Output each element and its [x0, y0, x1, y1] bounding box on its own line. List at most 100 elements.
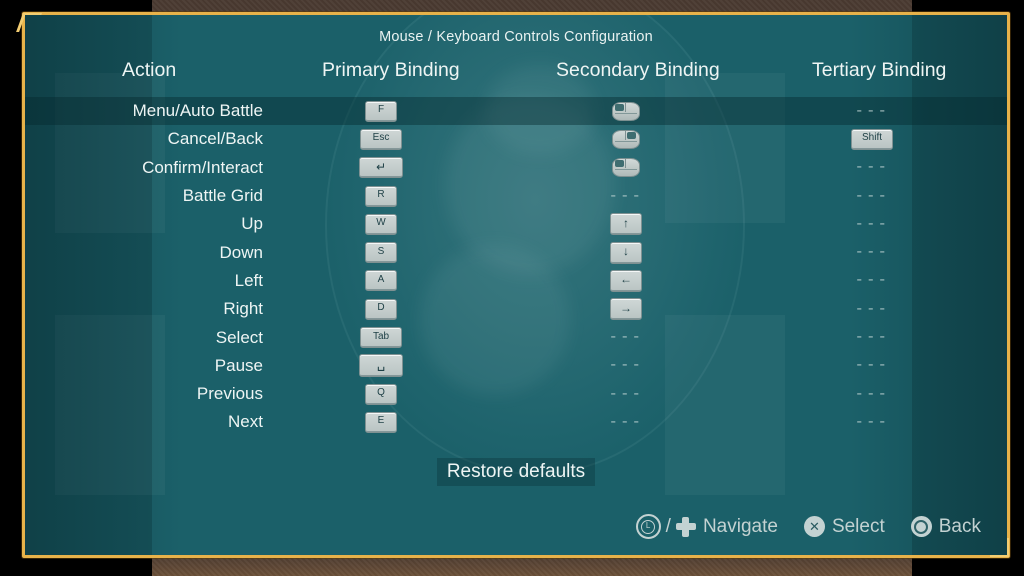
- secondary-binding-empty: ---: [608, 385, 644, 403]
- mouse-left-button-icon[interactable]: [612, 158, 640, 178]
- mouse-seam: [615, 169, 637, 171]
- binding-row[interactable]: Previous Q --- ---: [25, 380, 1007, 408]
- keycap-[interactable]: ↓: [610, 241, 642, 264]
- keycap-[interactable]: →: [610, 298, 642, 321]
- secondary-binding-cell[interactable]: ---: [596, 380, 656, 408]
- restore-defaults-button[interactable]: Restore defaults: [25, 458, 1007, 486]
- binding-row[interactable]: Right D → ---: [25, 295, 1007, 323]
- binding-row[interactable]: Next E --- ---: [25, 408, 1007, 436]
- hint-label: Back: [938, 515, 981, 537]
- restore-defaults-label: Restore defaults: [436, 458, 596, 486]
- binding-row[interactable]: Cancel/Back Esc Shift: [25, 125, 1007, 153]
- tertiary-binding-cell[interactable]: ---: [842, 352, 902, 380]
- keycap-q[interactable]: Q: [365, 383, 397, 405]
- hint-label: Navigate: [702, 515, 778, 537]
- mouse-right-button-icon[interactable]: [612, 129, 640, 149]
- secondary-binding-cell[interactable]: →: [596, 295, 656, 323]
- secondary-binding-empty: ---: [608, 187, 644, 205]
- keycap-[interactable]: ↑: [610, 213, 642, 236]
- primary-binding-cell[interactable]: ↵: [351, 154, 411, 182]
- tertiary-binding-cell[interactable]: ---: [842, 182, 902, 210]
- tertiary-binding-cell[interactable]: ---: [842, 267, 902, 295]
- keycap-tab[interactable]: Tab: [360, 327, 402, 349]
- keycap-f[interactable]: F: [365, 100, 397, 122]
- secondary-binding-cell[interactable]: ---: [596, 323, 656, 351]
- action-label: Up: [241, 214, 263, 234]
- secondary-binding-cell[interactable]: [596, 125, 656, 153]
- keycap-e[interactable]: E: [365, 411, 397, 433]
- mouse-highlight: [615, 103, 624, 111]
- secondary-binding-cell[interactable]: [596, 154, 656, 182]
- tertiary-binding-cell[interactable]: ---: [842, 154, 902, 182]
- binding-row[interactable]: Up W ↑ ---: [25, 210, 1007, 238]
- binding-row[interactable]: Battle Grid R --- ---: [25, 182, 1007, 210]
- action-label: Previous: [196, 384, 263, 404]
- cross-button-icon: ✕: [803, 516, 825, 537]
- action-label: Cancel/Back: [167, 129, 263, 149]
- mouse-left-button-icon[interactable]: [612, 101, 640, 121]
- keycap-esc[interactable]: Esc: [360, 128, 402, 150]
- tertiary-binding-cell[interactable]: ---: [842, 295, 902, 323]
- binding-row[interactable]: Pause ␣ --- ---: [25, 352, 1007, 380]
- action-label: Left: [234, 270, 263, 290]
- binding-row[interactable]: Left A ← ---: [25, 267, 1007, 295]
- hint-back: Back: [910, 515, 981, 538]
- primary-binding-cell[interactable]: Tab: [351, 323, 411, 351]
- primary-binding-cell[interactable]: E: [351, 408, 411, 436]
- primary-binding-cell[interactable]: Q: [351, 380, 411, 408]
- mouse-seam: [615, 140, 637, 142]
- left-stick-icon: L: [635, 514, 661, 539]
- primary-binding-cell[interactable]: R: [351, 182, 411, 210]
- tertiary-binding-cell[interactable]: ---: [842, 97, 902, 125]
- secondary-binding-cell[interactable]: ↓: [596, 238, 656, 266]
- action-label: Pause: [214, 355, 263, 375]
- keycap-[interactable]: ␣: [359, 354, 403, 378]
- circle-glyph: [914, 519, 929, 534]
- primary-binding-cell[interactable]: F: [351, 97, 411, 125]
- primary-binding-cell[interactable]: A: [351, 267, 411, 295]
- hint-select: ✕ Select: [803, 516, 885, 538]
- action-label: Down: [219, 242, 263, 262]
- primary-binding-cell[interactable]: ␣: [351, 352, 411, 380]
- secondary-binding-cell[interactable]: ---: [596, 182, 656, 210]
- tertiary-binding-cell[interactable]: ---: [842, 238, 902, 266]
- tertiary-binding-cell[interactable]: ---: [842, 210, 902, 238]
- binding-row[interactable]: Select Tab --- ---: [25, 323, 1007, 351]
- secondary-binding-cell[interactable]: ---: [596, 408, 656, 436]
- bindings-table: Menu/Auto Battle F --- Cancel/Back Esc Shift C…: [25, 97, 1007, 437]
- tertiary-binding-empty: ---: [854, 102, 890, 120]
- column-headers: Action Primary Binding Secondary Binding…: [25, 59, 1007, 91]
- keycap-shift[interactable]: Shift: [851, 128, 893, 150]
- tertiary-binding-cell[interactable]: ---: [842, 380, 902, 408]
- keycap-a[interactable]: A: [365, 270, 397, 292]
- primary-binding-cell[interactable]: S: [351, 238, 411, 266]
- mouse-highlight: [615, 160, 624, 168]
- tertiary-binding-cell[interactable]: ---: [842, 323, 902, 351]
- binding-row[interactable]: Confirm/Interact ↵ ---: [25, 154, 1007, 182]
- circle-button-icon: [910, 516, 932, 537]
- secondary-binding-empty: ---: [608, 413, 644, 431]
- secondary-binding-cell[interactable]: ---: [596, 352, 656, 380]
- tertiary-binding-empty: ---: [854, 244, 890, 262]
- binding-row[interactable]: Menu/Auto Battle F ---: [25, 97, 1007, 126]
- primary-binding-cell[interactable]: W: [351, 210, 411, 238]
- keycap-[interactable]: ←: [610, 269, 642, 292]
- secondary-binding-cell[interactable]: ←: [596, 267, 656, 295]
- action-label: Confirm/Interact: [142, 157, 263, 177]
- binding-row[interactable]: Down S ↓ ---: [25, 238, 1007, 266]
- keycap-d[interactable]: D: [365, 298, 397, 320]
- tertiary-binding-cell[interactable]: Shift: [842, 125, 902, 153]
- primary-binding-cell[interactable]: Esc: [351, 125, 411, 153]
- secondary-binding-cell[interactable]: [596, 97, 656, 125]
- keycap-s[interactable]: S: [365, 242, 397, 264]
- keycap-r[interactable]: R: [365, 185, 397, 207]
- keycap-w[interactable]: W: [365, 213, 397, 235]
- game-screen: Mouse / Keyboard Controls Configuration …: [0, 0, 1024, 576]
- keycap-[interactable]: ↵: [359, 157, 403, 179]
- tertiary-binding-cell[interactable]: ---: [842, 408, 902, 436]
- mouse-split: [625, 159, 626, 169]
- primary-binding-cell[interactable]: D: [351, 295, 411, 323]
- page-title: Mouse / Keyboard Controls Configuration: [379, 29, 653, 45]
- secondary-binding-cell[interactable]: ↑: [596, 210, 656, 238]
- tertiary-binding-empty: ---: [854, 413, 890, 431]
